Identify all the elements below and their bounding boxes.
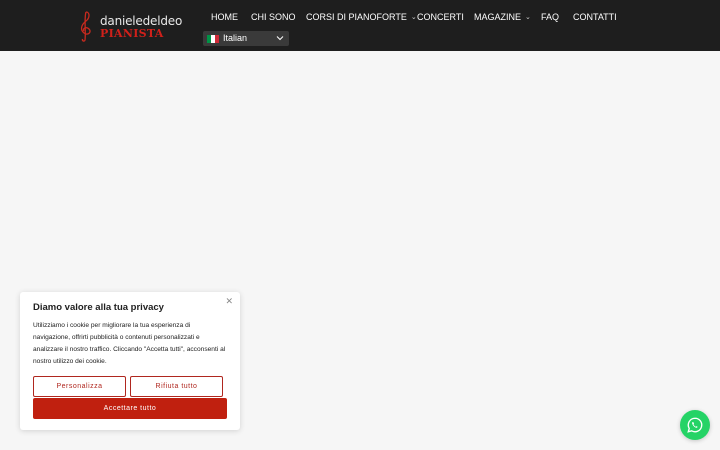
site-header: danieledeldeo PIANISTA HOME CHI SONO COR… bbox=[0, 0, 720, 51]
language-label: Italian bbox=[223, 33, 248, 43]
cookie-consent-banner: ✕ Diamo valore alla tua privacy Utilizzi… bbox=[20, 292, 240, 430]
nav-item-contatti[interactable]: CONTATTI bbox=[573, 12, 617, 22]
accept-all-button[interactable]: Accettare tutto bbox=[33, 398, 227, 419]
nav-item-concerti[interactable]: CONCERTI bbox=[417, 12, 464, 22]
logo-name: danieledeldeo bbox=[100, 14, 183, 28]
site-logo[interactable]: danieledeldeo PIANISTA bbox=[76, 10, 186, 42]
nav-label: CONTATTI bbox=[573, 12, 617, 22]
close-icon[interactable]: ✕ bbox=[225, 296, 233, 307]
nav-item-faq[interactable]: FAQ bbox=[541, 12, 559, 22]
chevron-down-icon bbox=[276, 36, 284, 41]
whatsapp-button[interactable] bbox=[680, 410, 710, 440]
chevron-down-icon: ⌄ bbox=[410, 14, 417, 21]
nav-item-corsi[interactable]: CORSI DI PIANOFORTE ⌄ bbox=[306, 12, 417, 22]
reject-all-button[interactable]: Rifiuta tutto bbox=[130, 376, 223, 397]
treble-clef-icon bbox=[80, 11, 91, 42]
nav-item-chi-sono[interactable]: CHI SONO bbox=[251, 12, 296, 22]
nav-label: HOME bbox=[211, 12, 238, 22]
language-selector[interactable]: Italian bbox=[203, 31, 289, 46]
cookie-title: Diamo valore alla tua privacy bbox=[33, 302, 164, 313]
nav-item-magazine[interactable]: MAGAZINE ⌄ bbox=[474, 12, 531, 22]
customize-button[interactable]: Personalizza bbox=[33, 376, 126, 397]
nav-label: CHI SONO bbox=[251, 12, 296, 22]
nav-label: MAGAZINE bbox=[474, 12, 522, 22]
nav-label: CORSI DI PIANOFORTE bbox=[306, 12, 407, 22]
logo-subtitle: PIANISTA bbox=[100, 27, 164, 40]
nav-label: CONCERTI bbox=[417, 12, 464, 22]
nav-item-home[interactable]: HOME bbox=[211, 12, 238, 22]
italy-flag-icon bbox=[207, 35, 219, 43]
chevron-down-icon: ⌄ bbox=[525, 14, 531, 21]
nav-label: FAQ bbox=[541, 12, 560, 22]
whatsapp-icon bbox=[687, 417, 703, 433]
cookie-description: Utilizziamo i cookie per migliorare la t… bbox=[33, 322, 226, 365]
